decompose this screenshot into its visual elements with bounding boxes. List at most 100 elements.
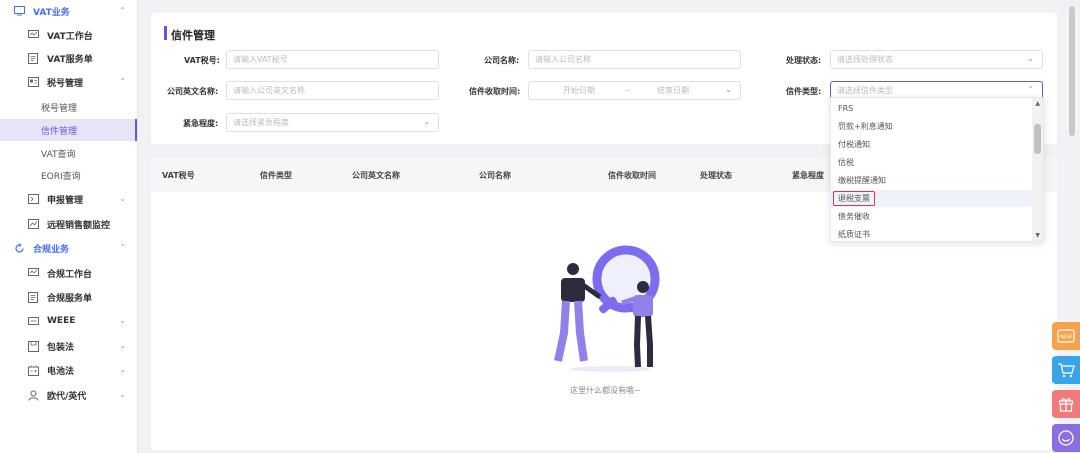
sidebar-item-label: 税号管理 — [47, 78, 84, 89]
float-cart-button[interactable] — [1052, 356, 1080, 384]
svg-text:NEW: NEW — [1060, 335, 1072, 341]
sidebar-item-compliance-workbench[interactable]: 合规工作台 — [0, 262, 137, 284]
sidebar: VAT业务 ⌃ VAT工作台 VAT服务单 税号管理 ⌃ 税号管理 信件管理 V… — [0, 0, 138, 453]
sidebar-item-tax-number-mgmt-sub[interactable]: 税号管理 — [0, 96, 137, 118]
page-scrollbar-thumb[interactable] — [1069, 6, 1075, 136]
dropdown-scrollbar[interactable]: ▲ ▼ — [1032, 98, 1043, 241]
sidebar-item-declaration-mgmt[interactable]: 申报管理 ⌄ — [0, 188, 137, 210]
sidebar-item-compliance-service-order[interactable]: 合规服务单 — [0, 286, 137, 308]
company-name-input[interactable]: 请输入公司名称 — [528, 50, 741, 69]
sidebar-group-label: 合规业务 — [33, 244, 70, 255]
th-letter-type: 信件类型 — [260, 171, 292, 180]
status-label: 处理状态: — [786, 56, 822, 65]
float-gift-button[interactable] — [1052, 390, 1080, 418]
sidebar-item-label: 信件管理 — [41, 126, 78, 137]
declaration-icon — [27, 193, 39, 205]
chevron-down-icon: ⌄ — [119, 365, 126, 374]
monitor-icon — [27, 267, 39, 279]
option-label: 纸质证书 — [838, 230, 870, 239]
sidebar-item-label: 申报管理 — [47, 195, 84, 206]
scroll-down-icon[interactable]: ▼ — [1035, 232, 1040, 239]
chevron-up-icon: ⌃ — [1027, 85, 1034, 94]
battery-icon — [27, 364, 39, 376]
chevron-down-icon: ⌄ — [725, 85, 732, 94]
dropdown-option[interactable]: 缴税提醒通知 — [831, 172, 1033, 189]
document-icon — [27, 52, 39, 64]
sidebar-group-vat-business[interactable]: VAT业务 ⌃ — [0, 0, 137, 22]
date-separator: ~ — [624, 86, 631, 95]
sidebar-item-battery-law[interactable]: 电池法 ⌄ — [0, 359, 137, 381]
letter-type-label: 信件类型: — [786, 87, 822, 96]
dropdown-option[interactable]: 纸质证书 — [831, 226, 1033, 241]
status-select[interactable]: 请选择处理状态 ⌄ — [830, 50, 1043, 69]
sidebar-item-label: 欧代/英代 — [47, 391, 87, 402]
company-name-placeholder: 请输入公司名称 — [535, 55, 591, 64]
sidebar-item-label: 电池法 — [47, 366, 75, 377]
dropdown-option[interactable]: FRS — [831, 100, 1033, 117]
new-icon: NEW — [1057, 329, 1075, 343]
sidebar-item-eori-query[interactable]: EORI查询 — [0, 164, 137, 186]
sidebar-group-label: VAT业务 — [33, 7, 70, 18]
chevron-down-icon: ⌄ — [119, 390, 126, 399]
th-company-name: 公司名称 — [479, 171, 511, 180]
option-label: 罚款+利息通知 — [838, 122, 893, 131]
dropdown-option[interactable]: 付税通知 — [831, 136, 1033, 153]
sidebar-item-packaging-law[interactable]: 包装法 ⌄ — [0, 335, 137, 357]
chevron-up-icon: ⌃ — [119, 243, 126, 252]
sidebar-item-letter-mgmt[interactable]: 信件管理 — [0, 119, 137, 141]
sidebar-item-label: 合规服务单 — [47, 293, 93, 304]
document-icon — [27, 291, 39, 303]
sidebar-item-tax-number-mgmt[interactable]: 税号管理 ⌃ — [0, 71, 137, 93]
sidebar-item-vat-service-order[interactable]: VAT服务单 — [0, 47, 137, 69]
chevron-down-icon: ⌄ — [119, 341, 126, 350]
dropdown-option[interactable]: 债务催收 — [831, 208, 1033, 225]
sidebar-item-label: 包装法 — [47, 342, 75, 353]
dropdown-option[interactable]: 罚款+利息通知 — [831, 118, 1033, 135]
weee-icon — [27, 315, 39, 327]
company-en-label: 公司英文名称: — [167, 87, 219, 96]
date-range-picker[interactable]: 开始日期 ~ 结束日期 ⌄ — [528, 81, 741, 100]
dropdown-option-highlighted[interactable]: 退税支票 — [831, 190, 1033, 207]
status-placeholder: 请选择处理状态 — [837, 55, 893, 64]
sidebar-item-remote-sales-monitor[interactable]: 远程销售额监控 — [0, 213, 137, 235]
sidebar-item-label: VAT工作台 — [47, 31, 93, 42]
chevron-down-icon: ⌄ — [119, 194, 126, 203]
scrollbar-thumb[interactable] — [1034, 124, 1041, 154]
th-received-time: 信件收取时间 — [608, 171, 656, 180]
sidebar-item-label: 远程销售额监控 — [47, 220, 111, 231]
chart-icon — [27, 218, 39, 230]
user-icon — [27, 389, 39, 401]
company-en-placeholder: 请输入公司英文名称 — [233, 86, 305, 95]
sidebar-group-compliance-business[interactable]: 合规业务 ⌃ — [0, 237, 137, 259]
chevron-down-icon: ⌄ — [119, 316, 126, 325]
sidebar-item-label: 税号管理 — [41, 103, 78, 114]
refresh-icon — [13, 242, 25, 254]
th-status: 处理状态 — [700, 171, 732, 180]
sidebar-item-label: EORI查询 — [41, 171, 81, 182]
gift-icon — [1058, 398, 1074, 412]
chevron-up-icon: ⌃ — [119, 6, 126, 15]
sidebar-item-vat-query[interactable]: VAT查询 — [0, 142, 137, 164]
dropdown-option[interactable]: 估税 — [831, 154, 1033, 171]
option-label: 退税支票 — [833, 191, 875, 206]
sidebar-item-weee[interactable]: WEEE ⌄ — [0, 310, 137, 332]
urgency-select[interactable]: 请选择紧急程度 ⌄ — [226, 113, 439, 132]
scroll-up-icon[interactable]: ▲ — [1035, 100, 1040, 107]
option-label: 债务催收 — [838, 212, 870, 221]
company-en-input[interactable]: 请输入公司英文名称 — [226, 81, 439, 100]
th-urgency: 紧急程度 — [792, 171, 824, 180]
support-icon — [1058, 430, 1074, 446]
sidebar-item-label: 合规工作台 — [47, 269, 93, 280]
package-icon — [27, 340, 39, 352]
vat-no-input[interactable]: 请输入VAT税号 — [226, 50, 439, 69]
float-support-button[interactable] — [1052, 424, 1080, 452]
empty-state-illustration — [554, 245, 660, 372]
letter-type-dropdown: FRS 罚款+利息通知 付税通知 估税 缴税提醒通知 退税支票 债务催收 纸质证… — [830, 97, 1044, 242]
urgency-label: 紧急程度: — [183, 119, 219, 128]
sidebar-item-eu-uk-rep[interactable]: 欧代/英代 ⌄ — [0, 384, 137, 406]
sidebar-item-vat-workbench[interactable]: VAT工作台 — [0, 24, 137, 46]
float-new-button[interactable]: NEW — [1052, 322, 1080, 350]
sidebar-item-label: WEEE — [47, 316, 76, 326]
chevron-down-icon: ⌄ — [423, 117, 430, 126]
option-label: 缴税提醒通知 — [838, 176, 886, 185]
